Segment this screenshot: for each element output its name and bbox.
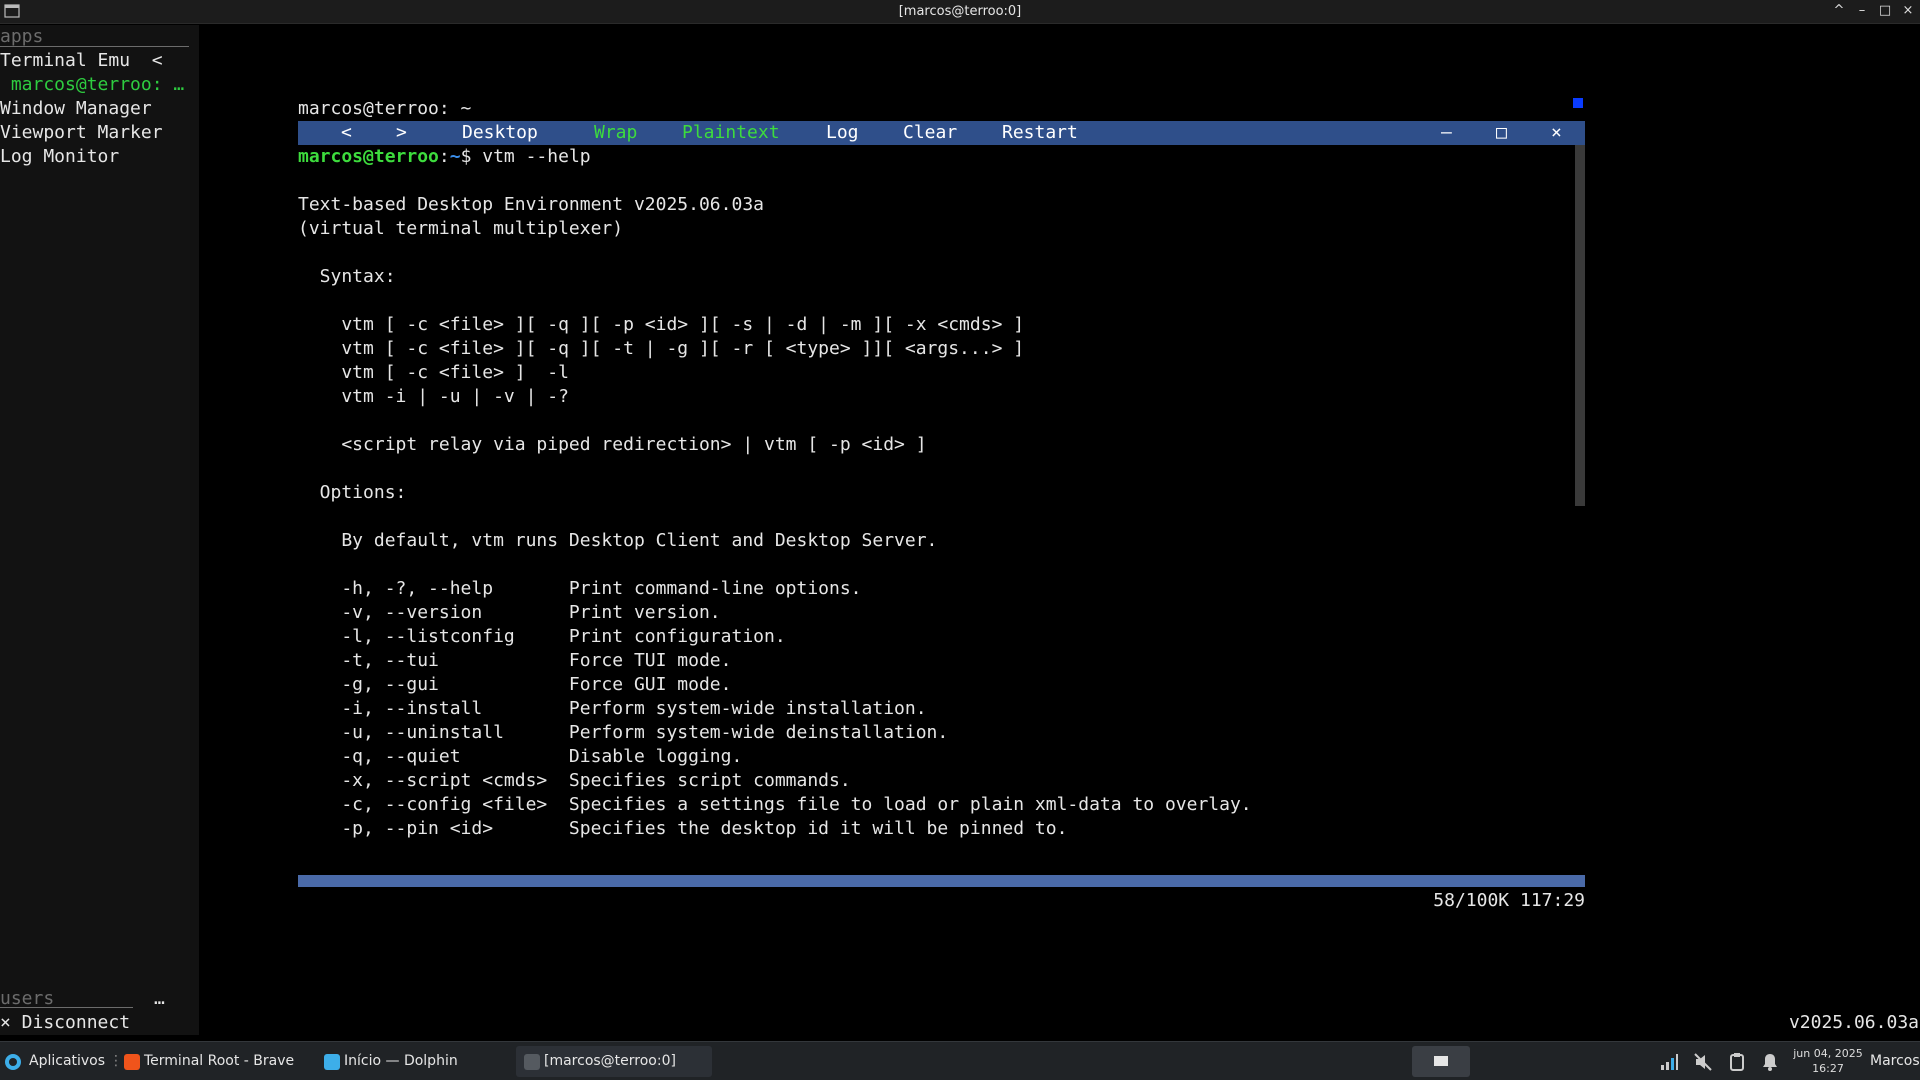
vtm-sidebar: apps Terminal Emu < marcos@terroo: … Win… — [0, 25, 199, 1035]
window-maximize-button[interactable]: □ — [1876, 2, 1894, 20]
task-terminal-label: [marcos@terroo:0] — [544, 1053, 676, 1069]
prompt-path: ~ — [449, 146, 461, 167]
sidebar-item-terminal-emu[interactable]: Terminal Emu < — [0, 49, 163, 73]
digital-clock[interactable]: jun 04, 2025 16:27 — [1792, 1046, 1864, 1076]
plaintext-toggle[interactable]: Plaintext — [682, 121, 780, 145]
terminal-viewport[interactable]: apps Terminal Emu < marcos@terroo: … Win… — [0, 25, 1920, 1035]
users-divider — [0, 1007, 133, 1008]
terminal-scrollbar[interactable] — [1575, 145, 1585, 506]
terminal-output-line: <script relay via piped redirection> | v… — [298, 434, 927, 455]
terminal-position-readout: 58/100K 117:29 — [1433, 890, 1585, 911]
brave-icon — [124, 1054, 140, 1070]
terminal-close-button[interactable]: × — [1551, 121, 1562, 145]
users-more-button[interactable]: … — [154, 987, 165, 1011]
pager-desktop-1[interactable] — [1412, 1046, 1470, 1077]
clear-button[interactable]: Clear — [903, 121, 957, 145]
terminal-output-line: -t, --tui Force TUI mode. — [298, 650, 732, 671]
notifications-bell-icon[interactable] — [1760, 1052, 1780, 1072]
command-prompt-line: marcos@terroo:~$ vtm --help — [298, 145, 591, 169]
terminal-output-line: -u, --uninstall Perform system-wide dein… — [298, 722, 949, 743]
clock-time: 16:27 — [1812, 1062, 1844, 1075]
terminal-output-line: -h, -?, --help Print command-line option… — [298, 578, 862, 599]
terminal-output-line: vtm [ -c <file> ][ -q ][ -t | -g ][ -r [… — [298, 338, 1025, 359]
terminal-output-line: -v, --version Print version. — [298, 602, 721, 623]
terminal-window-menubar: < > Desktop Wrap Plaintext Log Clear Res… — [298, 121, 1585, 145]
task-terminal[interactable]: [marcos@terroo:0] — [516, 1046, 712, 1077]
terminal-maximize-button[interactable]: □ — [1496, 121, 1507, 145]
pager-window-icon — [1434, 1056, 1448, 1066]
launcher-label: Aplicativos — [29, 1053, 106, 1069]
log-button[interactable]: Log — [826, 121, 859, 145]
clipboard-icon[interactable] — [1727, 1052, 1747, 1072]
prompt-command: $ vtm --help — [460, 146, 591, 167]
task-dolphin-label: Início — Dolphin — [344, 1053, 458, 1069]
disconnect-button[interactable]: × Disconnect — [0, 1011, 130, 1035]
terminal-output-line: vtm [ -c <file> ] -l — [298, 362, 569, 383]
terminal-output-line: (virtual terminal multiplexer) — [298, 218, 624, 239]
sidebar-item-terminal-instance[interactable]: marcos@terroo: … — [0, 73, 184, 97]
terminal-output-line: Syntax: — [298, 266, 396, 287]
network-icon[interactable] — [1659, 1052, 1679, 1072]
terminal-output-line: -x, --script <cmds> Specifies script com… — [298, 770, 851, 791]
terminal-window-body[interactable]: marcos@terroo:~$ vtm --help Text-based D… — [298, 145, 1575, 875]
scroll-forward-button[interactable]: > — [396, 121, 407, 145]
desktop-button[interactable]: Desktop — [462, 121, 538, 145]
window-minimize-button[interactable]: – — [1853, 2, 1871, 20]
sidebar-item-window-manager[interactable]: Window Manager — [0, 97, 152, 121]
window-titlebar: [marcos@terroo:0] ^ – □ × — [0, 0, 1920, 24]
terminal-output-line: -g, --gui Force GUI mode. — [298, 674, 732, 695]
viewport-marker-indicator — [1573, 98, 1583, 108]
terminal-output-line: By default, vtm runs Desktop Client and … — [298, 530, 938, 551]
terminal-icon — [524, 1054, 540, 1070]
task-brave-label: Terminal Root - Brave — [144, 1053, 295, 1069]
sidebar-item-log-monitor[interactable]: Log Monitor — [0, 145, 119, 169]
prompt-user: marcos@terroo — [298, 146, 439, 167]
sidebar-item-viewport-marker[interactable]: Viewport Marker — [0, 121, 163, 145]
volume-muted-icon[interactable] — [1693, 1052, 1713, 1072]
wrap-toggle[interactable]: Wrap — [594, 121, 637, 145]
launcher-icon — [5, 1054, 21, 1070]
window-title: [marcos@terroo:0] — [898, 4, 1022, 19]
apps-divider — [0, 46, 189, 47]
task-dolphin[interactable]: Início — Dolphin — [316, 1046, 512, 1077]
clock-date: jun 04, 2025 — [1793, 1047, 1863, 1060]
task-brave[interactable]: Terminal Root - Brave — [116, 1046, 316, 1077]
terminal-status-bar — [298, 875, 1585, 887]
terminal-output-line: -q, --quiet Disable logging. — [298, 746, 743, 767]
keep-above-button[interactable]: ^ — [1830, 2, 1848, 20]
terminal-output-line: -p, --pin <id> Specifies the desktop id … — [298, 818, 1068, 839]
user-switcher[interactable]: Marcos — [1870, 1046, 1920, 1077]
taskbar-separator-icon: ⋮ — [109, 1053, 123, 1069]
terminal-output-line: -i, --install Perform system-wide instal… — [298, 698, 927, 719]
prompt-separator: : — [438, 146, 450, 167]
taskbar: Aplicativos ⋮ Terminal Root - Brave Iníc… — [0, 1041, 1920, 1080]
scroll-back-button[interactable]: < — [341, 121, 352, 145]
dolphin-icon — [324, 1054, 340, 1070]
terminal-output-line: vtm [ -c <file> ][ -q ][ -p <id> ][ -s |… — [298, 314, 1025, 335]
terminal-output-line: -l, --listconfig Print configuration. — [298, 626, 786, 647]
window-close-button[interactable]: × — [1899, 2, 1917, 20]
version-label: v2025.06.03a — [1788, 1012, 1919, 1033]
terminal-output-line: Text-based Desktop Environment v2025.06.… — [298, 194, 764, 215]
terminal-output-line: vtm -i | -u | -v | -? — [298, 386, 569, 407]
terminal-output-line: Options: — [298, 482, 407, 503]
terminal-minimize-button[interactable]: – — [1441, 121, 1452, 145]
application-launcher[interactable]: Aplicativos — [0, 1046, 112, 1077]
terminal-output-line: -c, --config <file> Specifies a settings… — [298, 794, 1252, 815]
restart-button[interactable]: Restart — [1002, 121, 1078, 145]
desktop-prompt: marcos@terroo: ~ — [298, 98, 472, 119]
